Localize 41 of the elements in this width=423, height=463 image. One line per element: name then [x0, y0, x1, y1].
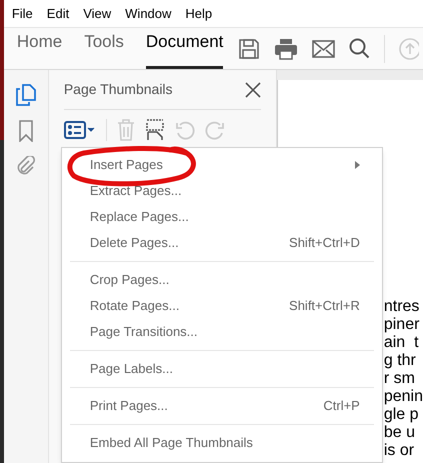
tab[interactable]: Home — [16, 28, 62, 69]
paperclip-icon[interactable] — [16, 156, 36, 176]
document-text-line: be u — [384, 424, 416, 442]
search-icon[interactable] — [349, 38, 370, 59]
menu-item[interactable]: Page Transitions... — [70, 319, 374, 345]
menu-item[interactable]: Extract Pages... — [70, 178, 374, 204]
document-text-line: g thr — [384, 352, 417, 370]
menu-item[interactable]: Delete Pages... Shift+Ctrl+D — [70, 230, 374, 256]
document-text-line: piner — [384, 316, 420, 334]
shortcut-label: Shift+Ctrl+D — [289, 234, 360, 252]
panel-title: Page Thumbnails — [64, 80, 173, 99]
print-icon[interactable] — [274, 38, 298, 60]
menu-item[interactable]: Page Labels... — [70, 356, 374, 382]
page-split-icon[interactable] — [144, 119, 165, 141]
shortcut-label: Ctrl+P — [323, 397, 360, 416]
document-text-line: r sm — [384, 370, 416, 388]
menu-item[interactable]: Replace Pages... — [70, 204, 374, 230]
document-text-line: ain t — [384, 334, 420, 352]
shortcut-label: Shift+Ctrl+R — [289, 297, 360, 316]
save-icon[interactable] — [238, 38, 260, 60]
menu-bar-item[interactable]: Help — [185, 4, 212, 24]
menu-bar-item[interactable]: Window — [125, 4, 172, 24]
options-menu-icon[interactable] — [64, 121, 96, 139]
menu-item[interactable]: Embed All Page Thumbnails — [70, 430, 374, 456]
mail-icon[interactable] — [312, 40, 336, 58]
bookmark-icon[interactable] — [18, 120, 33, 142]
document-text-line: is or — [384, 442, 416, 460]
menu-item[interactable]: Rotate Pages... Shift+Ctrl+R — [70, 293, 374, 319]
document-text-line: penin — [384, 388, 423, 406]
pages-icon[interactable] — [16, 84, 36, 106]
document-text-line: gle p — [384, 406, 420, 424]
menu-bar-item[interactable]: View — [83, 4, 112, 24]
menu-bar-item[interactable]: Edit — [46, 4, 70, 24]
tab[interactable]: Tools — [84, 28, 124, 69]
menu-item[interactable]: Crop Pages... — [70, 267, 374, 293]
submenu-arrow-icon — [354, 161, 360, 169]
document-text-line: ntres — [384, 298, 420, 316]
close-icon[interactable] — [244, 82, 261, 98]
menu-item[interactable]: Print Pages... Ctrl+P — [70, 393, 374, 419]
menu-bar-item[interactable]: File — [12, 4, 33, 24]
menu-item[interactable]: Insert Pages — [70, 152, 374, 178]
